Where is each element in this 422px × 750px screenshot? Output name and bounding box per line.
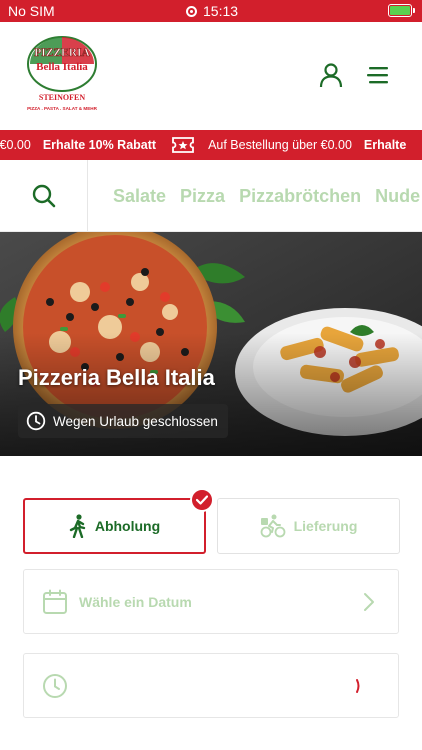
status-text: Wegen Urlaub geschlossen — [53, 413, 218, 429]
clock-label: 15:13 — [203, 3, 239, 19]
hero-banner: Pizzeria Bella Italia Wegen Urlaub gesch… — [0, 232, 422, 456]
account-button[interactable] — [316, 60, 346, 90]
category-nav: Salate Pizza Pizzabrötchen Nude — [0, 160, 422, 232]
logo-products: PIZZA . PASTA . SALAT & MEHR — [27, 106, 98, 111]
status-bar: No SIM 15:13 — [0, 0, 422, 22]
status-badge: Wegen Urlaub geschlossen — [18, 404, 228, 438]
pickup-option[interactable]: Abholung — [23, 498, 206, 554]
user-icon — [319, 63, 343, 88]
orientation-lock-icon — [186, 5, 197, 17]
delivery-label: Lieferung — [293, 518, 358, 534]
delivery-option[interactable]: Lieferung — [217, 498, 400, 554]
search-button[interactable] — [0, 160, 88, 231]
calendar-icon — [43, 589, 67, 614]
logo-tagline: STEINOFEN — [39, 93, 85, 102]
selected-check-badge — [190, 488, 214, 512]
hamburger-icon — [367, 67, 388, 84]
bicycle-courier-icon — [260, 514, 286, 538]
carrier-label: No SIM — [8, 3, 55, 19]
date-placeholder: Wähle ein Datum — [79, 594, 192, 610]
logo-subtitle: Bella Italia — [36, 61, 88, 73]
category-tab-salate[interactable]: Salate — [113, 186, 166, 207]
walking-person-icon — [69, 514, 86, 538]
restaurant-logo[interactable]: PIZZERIA Bella Italia STEINOFEN PIZZA . … — [22, 34, 102, 116]
time-picker-field[interactable] — [23, 653, 399, 718]
battery-icon — [388, 4, 415, 17]
search-icon — [32, 184, 55, 208]
date-picker-field[interactable]: Wähle ein Datum — [23, 569, 399, 634]
pickup-label: Abholung — [94, 518, 161, 534]
category-tab-pizzabroetchen[interactable]: Pizzabrötchen — [239, 186, 361, 207]
promo-banner[interactable]: ber €0.00 Erhalte 10% Rabatt Auf Bestell… — [0, 130, 422, 160]
promo-offer-repeat: Erhalte — [363, 138, 407, 152]
clock-icon — [43, 674, 67, 698]
promo-condition: Auf Bestellung über €0.00 — [208, 138, 352, 152]
clock-icon — [26, 411, 46, 431]
app-header: PIZZERIA Bella Italia STEINOFEN PIZZA . … — [0, 22, 422, 130]
promo-condition-tail: ber €0.00 — [0, 138, 31, 152]
category-tab-nudeln[interactable]: Nude — [375, 186, 420, 207]
loading-spinner-icon — [356, 679, 360, 693]
category-list: Salate Pizza Pizzabrötchen Nude — [113, 160, 420, 231]
menu-button[interactable] — [362, 60, 392, 90]
promo-offer: Erhalte 10% Rabatt — [42, 138, 157, 152]
ticket-icon — [170, 135, 196, 155]
restaurant-name: Pizzeria Bella Italia — [18, 365, 215, 390]
logo-title: PIZZERIA — [34, 47, 90, 59]
chevron-right-icon — [364, 593, 374, 611]
category-tab-pizza[interactable]: Pizza — [180, 186, 225, 207]
clock: 15:13 — [186, 3, 238, 19]
check-icon — [196, 495, 208, 505]
